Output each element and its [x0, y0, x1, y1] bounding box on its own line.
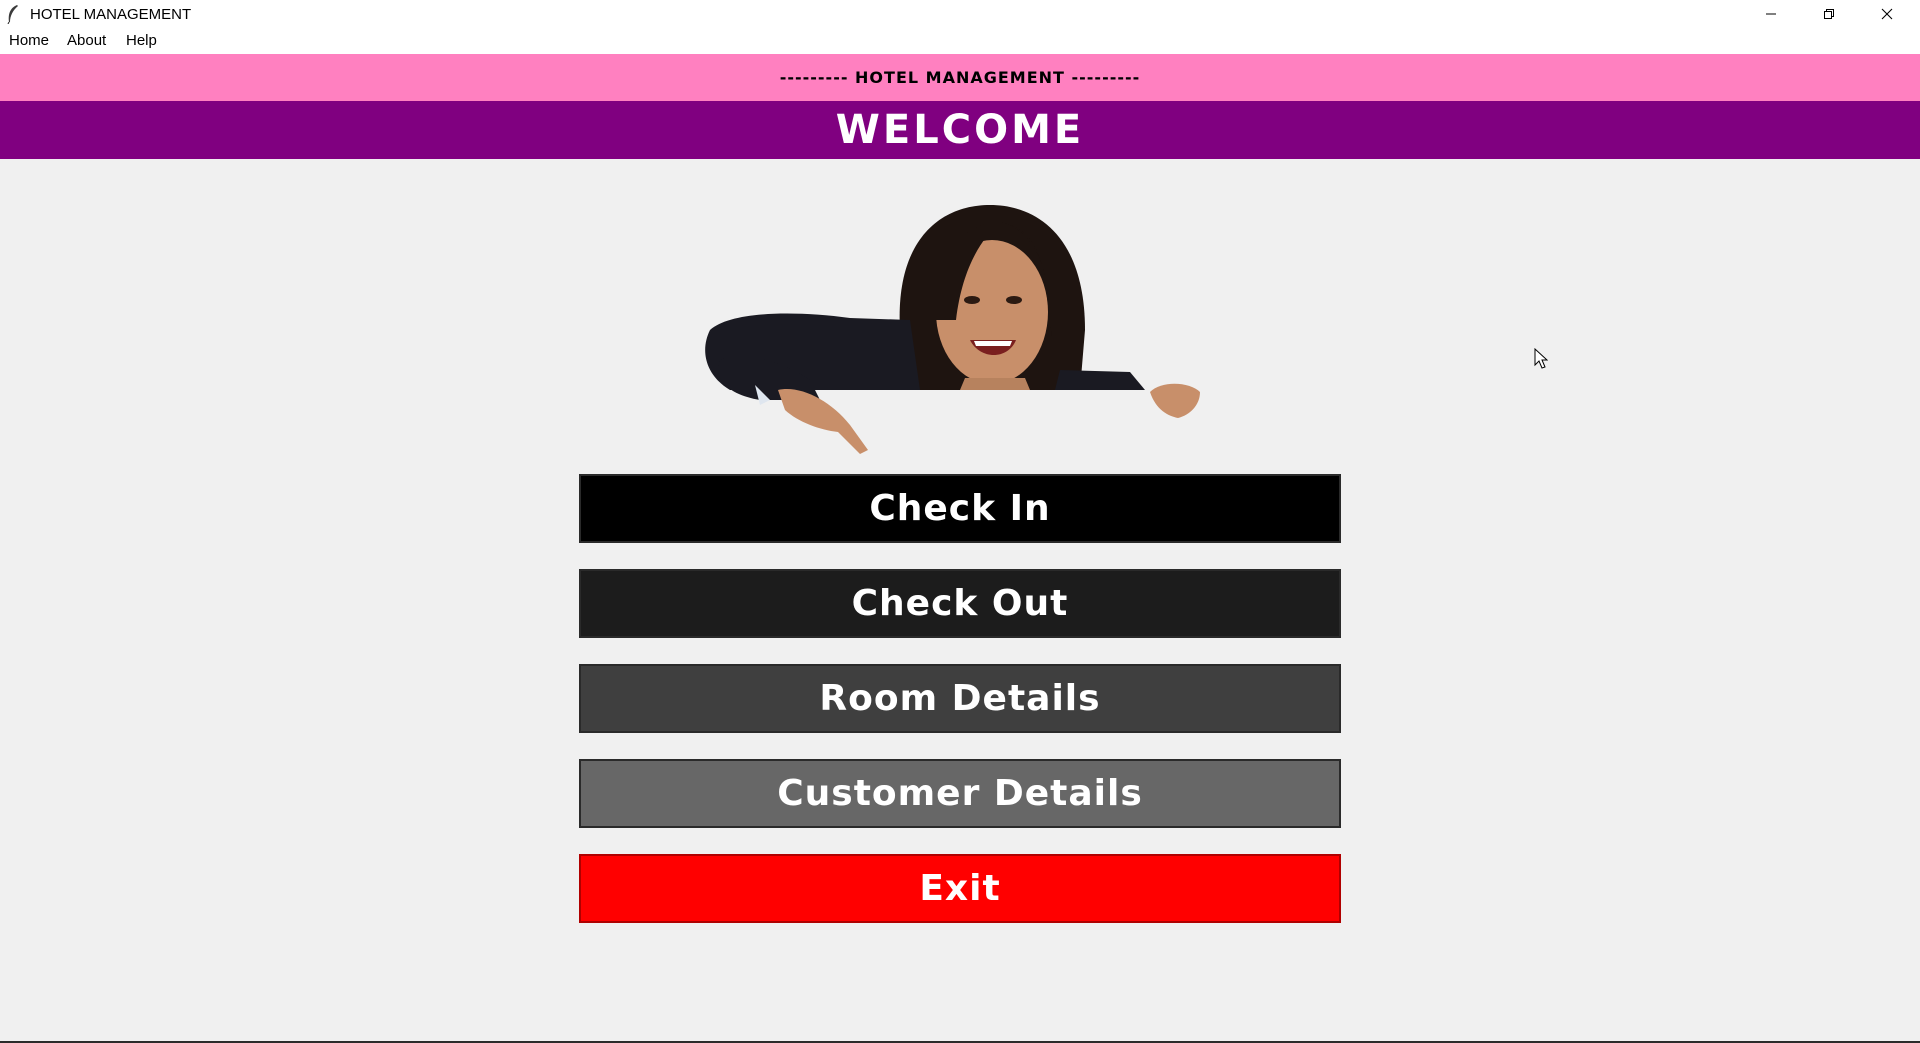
- check-out-button[interactable]: Check Out: [579, 569, 1341, 638]
- subtitle-text: --------- HOTEL MANAGEMENT ---------: [779, 68, 1141, 87]
- exit-button[interactable]: Exit: [579, 854, 1341, 923]
- receptionist-pointing-image: [700, 205, 1220, 460]
- minimize-button[interactable]: [1742, 0, 1800, 28]
- close-button[interactable]: [1858, 0, 1916, 28]
- menu-item-home[interactable]: Home: [9, 32, 49, 49]
- menu-item-about[interactable]: About: [67, 32, 106, 49]
- check-in-button[interactable]: Check In: [579, 474, 1341, 543]
- mouse-cursor-icon: [1534, 348, 1548, 369]
- menu-bar: Home About Help: [0, 28, 1920, 54]
- welcome-title: WELCOME: [835, 107, 1085, 153]
- feather-icon: [7, 5, 18, 24]
- close-icon: [1881, 8, 1893, 20]
- customer-details-button[interactable]: Customer Details: [579, 759, 1341, 828]
- welcome-banner: WELCOME: [0, 101, 1920, 159]
- app-window: HOTEL MANAGEMENT Home About Help -------…: [0, 0, 1920, 1043]
- subtitle-banner: --------- HOTEL MANAGEMENT ---------: [0, 54, 1920, 101]
- minimize-icon: [1766, 13, 1776, 15]
- title-bar[interactable]: HOTEL MANAGEMENT: [0, 0, 1920, 28]
- restore-button[interactable]: [1800, 0, 1858, 28]
- restore-icon: [1824, 9, 1834, 19]
- menu-item-help[interactable]: Help: [126, 32, 157, 49]
- room-details-button[interactable]: Room Details: [579, 664, 1341, 733]
- window-title: HOTEL MANAGEMENT: [30, 6, 192, 23]
